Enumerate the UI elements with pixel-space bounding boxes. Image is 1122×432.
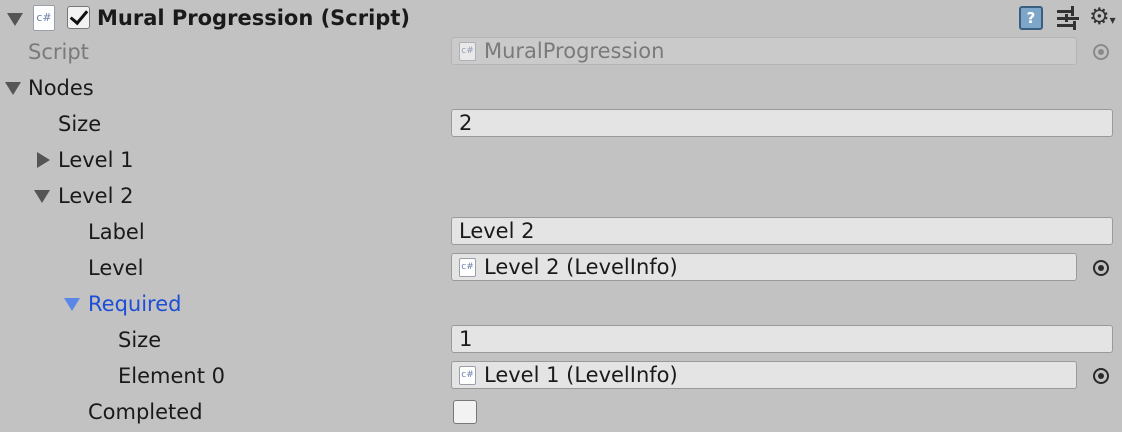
level-field[interactable]: c# Level 2 (LevelInfo): [451, 253, 1077, 281]
nodes-foldout-arrow[interactable]: [5, 82, 21, 95]
completed-label: Completed: [88, 400, 203, 424]
element0-row: Element 0 c# Level 1 (LevelInfo): [0, 358, 1122, 394]
label-field-label: Label: [88, 220, 145, 244]
level-field-value: Level 2 (LevelInfo): [484, 255, 678, 279]
nodes-row[interactable]: Nodes: [0, 70, 1122, 106]
element0-label: Element 0: [118, 364, 225, 388]
level2-foldout-arrow[interactable]: [34, 190, 50, 203]
cs-script-icon: c#: [459, 42, 476, 61]
label-field[interactable]: Level 2: [451, 217, 1113, 245]
required-size-label: Size: [118, 328, 162, 352]
cs-script-icon: c#: [33, 5, 55, 31]
component-enabled-checkbox[interactable]: [67, 6, 90, 29]
component-title: Mural Progression (Script): [97, 6, 410, 30]
gear-icon[interactable]: ⚙▾: [1089, 3, 1116, 34]
required-foldout-arrow[interactable]: [64, 298, 80, 311]
object-picker-icon[interactable]: [1093, 260, 1109, 276]
level2-row[interactable]: Level 2: [0, 178, 1122, 214]
level1-row[interactable]: Level 1: [0, 142, 1122, 178]
cs-script-icon: c#: [459, 258, 476, 277]
script-row: Script c# MuralProgression: [0, 34, 1122, 70]
level2-label: Level 2: [58, 184, 134, 208]
nodes-size-row: Size 2: [0, 106, 1122, 142]
level2-label-row: Label Level 2: [0, 214, 1122, 250]
required-size-row: Size 1: [0, 322, 1122, 358]
level2-level-row: Level c# Level 2 (LevelInfo): [0, 250, 1122, 286]
nodes-size-label: Size: [58, 112, 102, 136]
script-field[interactable]: c# MuralProgression: [451, 37, 1077, 65]
object-picker-icon[interactable]: [1093, 368, 1109, 384]
nodes-size-field[interactable]: 2: [451, 109, 1113, 137]
script-field-value: MuralProgression: [484, 39, 665, 63]
level-field-label: Level: [88, 256, 144, 280]
cs-script-icon: c#: [459, 366, 476, 385]
script-label: Script: [28, 40, 89, 64]
nodes-label: Nodes: [28, 76, 94, 100]
object-picker-icon[interactable]: [1093, 44, 1109, 60]
completed-checkbox[interactable]: [453, 400, 477, 424]
required-size-field[interactable]: 1: [451, 325, 1113, 353]
required-label: Required: [88, 292, 182, 316]
preset-icon[interactable]: [1057, 6, 1079, 30]
component-foldout-arrow[interactable]: [7, 13, 23, 26]
level1-label: Level 1: [58, 148, 134, 172]
required-row[interactable]: Required: [0, 286, 1122, 322]
element0-field-value: Level 1 (LevelInfo): [484, 363, 678, 387]
level1-foldout-arrow[interactable]: [37, 152, 50, 168]
help-icon[interactable]: ?: [1019, 6, 1043, 30]
completed-row: Completed: [0, 394, 1122, 430]
component-header: c# Mural Progression (Script) ? ⚙▾: [0, 0, 1122, 36]
element0-field[interactable]: c# Level 1 (LevelInfo): [451, 361, 1077, 389]
